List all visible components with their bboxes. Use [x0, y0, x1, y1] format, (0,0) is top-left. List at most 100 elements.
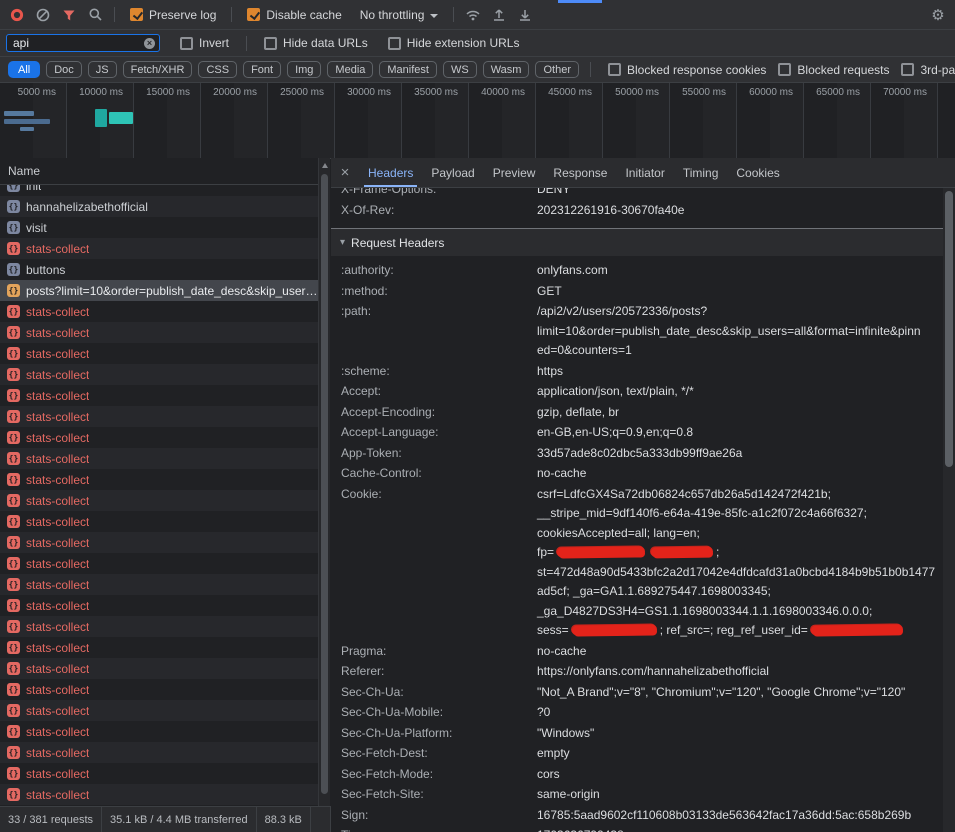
- request-row[interactable]: {}stats-collect: [0, 742, 329, 763]
- tab-initiator[interactable]: Initiator: [616, 158, 673, 187]
- xhr-icon: {}: [7, 641, 20, 654]
- request-row[interactable]: {}stats-collect: [0, 658, 329, 679]
- request-row[interactable]: {}stats-collect: [0, 427, 329, 448]
- header-value-line: /api2/v2/users/20572336/posts?: [537, 302, 943, 322]
- request-row[interactable]: {}stats-collect: [0, 385, 329, 406]
- header-value-line: ed=0&counters=1: [537, 341, 943, 361]
- filter-input-box[interactable]: ×: [6, 34, 160, 52]
- import-har-icon[interactable]: [487, 3, 511, 27]
- request-row[interactable]: {}stats-collect: [0, 490, 329, 511]
- request-row[interactable]: {}stats-collect: [0, 343, 329, 364]
- throttling-select[interactable]: No throttling: [360, 8, 439, 22]
- checkbox-3rd-party-requests[interactable]: 3rd-party requests: [901, 63, 955, 77]
- request-row[interactable]: {}stats-collect: [0, 469, 329, 490]
- checkbox-blocked-requests[interactable]: Blocked requests: [778, 63, 889, 77]
- header-value: application/json, text/plain, */*: [537, 382, 943, 402]
- invert-checkbox[interactable]: Invert: [180, 36, 229, 50]
- filter-chip-wasm[interactable]: Wasm: [483, 61, 530, 78]
- preserve-log-checkbox[interactable]: Preserve log: [130, 8, 216, 22]
- request-row[interactable]: {}hannahelizabethofficial: [0, 196, 329, 217]
- request-row[interactable]: {}visit: [0, 217, 329, 238]
- header-row: Pragma:no-cache: [341, 642, 943, 662]
- request-row[interactable]: {}stats-collect: [0, 595, 329, 616]
- filter-chip-ws[interactable]: WS: [443, 61, 477, 78]
- request-row[interactable]: {}stats-collect: [0, 448, 329, 469]
- request-row[interactable]: {}stats-collect: [0, 301, 329, 322]
- filter-chip-font[interactable]: Font: [243, 61, 281, 78]
- details-scrollbar[interactable]: [943, 188, 955, 832]
- filter-chip-all[interactable]: All: [8, 61, 40, 78]
- clear-icon[interactable]: [31, 3, 55, 27]
- settings-icon[interactable]: ⚙: [926, 3, 950, 27]
- request-row[interactable]: {}stats-collect: [0, 511, 329, 532]
- request-row[interactable]: {}stats-collect: [0, 364, 329, 385]
- request-row[interactable]: {}stats-collect: [0, 700, 329, 721]
- request-name: stats-collect: [26, 641, 89, 655]
- xhr-icon: {}: [7, 599, 20, 612]
- timeline-overview[interactable]: 5000 ms10000 ms15000 ms20000 ms25000 ms3…: [0, 83, 955, 159]
- tab-preview[interactable]: Preview: [484, 158, 545, 187]
- clear-filter-icon[interactable]: ×: [144, 38, 155, 49]
- headers-panel: X-Frame-Options:DENYX-Of-Rev:20231226191…: [331, 188, 943, 832]
- request-row[interactable]: {}stats-collect: [0, 553, 329, 574]
- network-summary-bar: 33 / 381 requests35.1 kB / 4.4 MB transf…: [0, 806, 331, 832]
- header-value-line: fp=;: [537, 543, 943, 563]
- network-conditions-icon[interactable]: [461, 3, 485, 27]
- request-row[interactable]: {}stats-collect: [0, 616, 329, 637]
- disable-cache-checkbox[interactable]: Disable cache: [247, 8, 341, 22]
- scroll-up-arrow-icon[interactable]: [322, 163, 328, 168]
- scrollbar-thumb[interactable]: [321, 174, 328, 794]
- filter-chip-img[interactable]: Img: [287, 61, 321, 78]
- waterfall-bar: [20, 127, 34, 131]
- request-headers-section-header[interactable]: ▾ Request Headers: [331, 228, 943, 256]
- xhr-icon: {}: [7, 263, 20, 276]
- timeline-tick: 50000 ms: [603, 87, 670, 98]
- request-name: stats-collect: [26, 242, 89, 256]
- request-row[interactable]: {}stats-collect: [0, 574, 329, 595]
- tab-response[interactable]: Response: [544, 158, 616, 187]
- request-row[interactable]: {}stats-collect: [0, 532, 329, 553]
- request-row[interactable]: {}stats-collect: [0, 238, 329, 259]
- filter-input[interactable]: [13, 36, 144, 50]
- header-row: Cookie:csrf=LdfcGX4Sa72db06824c657db26a5…: [341, 485, 943, 641]
- hide-extension-urls-checkbox[interactable]: Hide extension URLs: [388, 36, 520, 50]
- filter-chip-fetch-xhr[interactable]: Fetch/XHR: [123, 61, 193, 78]
- request-row[interactable]: {} stats-collect: [0, 637, 329, 658]
- xhr-icon: {}: [7, 410, 20, 423]
- request-row[interactable]: {}stats-collect: [0, 406, 329, 427]
- request-row[interactable]: {}init: [0, 185, 329, 196]
- export-har-icon[interactable]: [513, 3, 537, 27]
- filter-icon[interactable]: [57, 3, 81, 27]
- request-row[interactable]: {}buttons: [0, 259, 329, 280]
- request-row[interactable]: {}stats-collect: [0, 763, 329, 784]
- tab-headers[interactable]: Headers: [359, 158, 422, 187]
- filter-chip-other[interactable]: Other: [535, 61, 579, 78]
- scrollbar-thumb[interactable]: [945, 191, 953, 467]
- record-icon[interactable]: [5, 3, 29, 27]
- tab-cookies[interactable]: Cookies: [727, 158, 788, 187]
- request-name: stats-collect: [26, 347, 89, 361]
- header-name: App-Token:: [341, 444, 537, 464]
- tab-timing[interactable]: Timing: [674, 158, 728, 187]
- checkbox-blocked-requests-box: [778, 63, 791, 76]
- filter-chip-css[interactable]: CSS: [198, 61, 237, 78]
- request-row[interactable]: {}stats-collect: [0, 784, 329, 805]
- checkbox-blocked-response-cookies[interactable]: Blocked response cookies: [608, 63, 766, 77]
- xhr-icon: {}: [7, 221, 20, 234]
- hide-data-urls-checkbox[interactable]: Hide data URLs: [264, 36, 368, 50]
- request-row[interactable]: {}stats-collect: [0, 679, 329, 700]
- section-triangle-icon: ▾: [340, 237, 345, 248]
- search-icon[interactable]: [83, 3, 107, 27]
- filter-chip-js[interactable]: JS: [88, 61, 117, 78]
- request-row[interactable]: {}posts?limit=10&order=publish_date_desc…: [0, 280, 329, 301]
- request-row[interactable]: {}stats-collect: [0, 721, 329, 742]
- request-list-scrollbar[interactable]: [318, 158, 330, 806]
- filter-chip-doc[interactable]: Doc: [46, 61, 82, 78]
- filter-chip-manifest[interactable]: Manifest: [379, 61, 437, 78]
- tab-payload[interactable]: Payload: [422, 158, 483, 187]
- filter-chip-media[interactable]: Media: [327, 61, 373, 78]
- name-column-header[interactable]: Name: [0, 158, 330, 185]
- close-icon[interactable]: ×: [331, 164, 359, 181]
- header-value: ?0: [537, 703, 943, 723]
- request-row[interactable]: {}stats-collect: [0, 322, 329, 343]
